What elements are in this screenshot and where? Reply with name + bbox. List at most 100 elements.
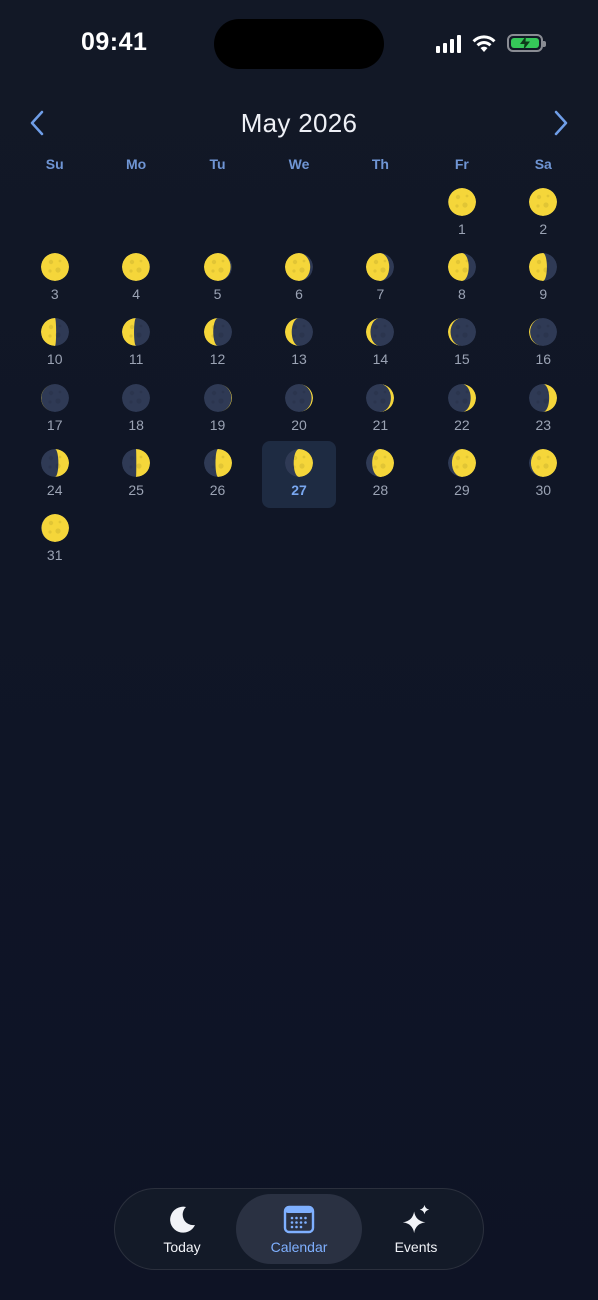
- day-number: 29: [454, 481, 470, 498]
- moon-phase-icon: [529, 318, 558, 347]
- moon-phase-icon: [284, 448, 313, 477]
- calendar-day-cell[interactable]: 17: [14, 380, 95, 445]
- calendar-day-cell[interactable]: 27: [258, 440, 339, 510]
- moon-phase-icon: [366, 318, 395, 347]
- chevron-right-icon: [554, 110, 568, 136]
- calendar-day-cell[interactable]: 19: [177, 380, 258, 445]
- tab-calendar[interactable]: Calendar: [236, 1194, 362, 1264]
- next-month-button[interactable]: [546, 106, 576, 140]
- calendar-day-cell[interactable]: 16: [503, 314, 584, 379]
- calendar-day-cell[interactable]: 12: [177, 314, 258, 379]
- sparkles-icon: [400, 1203, 432, 1235]
- day-number: 22: [454, 416, 470, 433]
- moon-phase-icon: [40, 448, 69, 477]
- day-number: 30: [535, 481, 552, 498]
- moon-phase-icon: [529, 188, 558, 216]
- moon-phase-icon: [122, 448, 151, 477]
- calendar-day-cell[interactable]: 26: [177, 445, 258, 510]
- tab-events[interactable]: Events: [353, 1194, 479, 1264]
- calendar-day-cell[interactable]: 25: [95, 445, 176, 510]
- moon-phase-icon: [203, 383, 232, 412]
- moon-phase-icon: [447, 253, 476, 282]
- weekday-label: Th: [371, 156, 389, 172]
- day-number: 5: [213, 286, 222, 303]
- calendar-grid: 1 2 3 4 5 6 7 8 9 10 11 12 13 14 15 16 17 18 19 20 21 22 23 24 2…: [14, 184, 584, 575]
- calendar-day-cell[interactable]: 6: [258, 249, 339, 314]
- day-number: 26: [209, 481, 226, 498]
- day-number: 2: [539, 221, 548, 237]
- moon-phase-icon: [447, 188, 476, 216]
- moon-phase-icon: [529, 253, 558, 282]
- day-number: 24: [46, 481, 63, 498]
- calendar-day-cell[interactable]: 24: [14, 445, 95, 510]
- day-number: 23: [535, 416, 552, 433]
- moon-phase-icon: [366, 448, 395, 477]
- tab-label: Events: [394, 1239, 438, 1255]
- tab-today[interactable]: Today: [119, 1194, 245, 1264]
- dynamic-island: [214, 19, 384, 69]
- calendar-day-cell[interactable]: 9: [503, 249, 584, 314]
- day-number: 9: [539, 286, 548, 303]
- calendar-day-cell[interactable]: 29: [421, 445, 502, 510]
- calendar-day-cell[interactable]: 7: [340, 249, 421, 314]
- calendar-day-cell[interactable]: 28: [340, 445, 421, 510]
- empty-day-cell: [95, 184, 176, 249]
- moon-phase-icon: [122, 383, 151, 412]
- empty-day-cell: [258, 184, 339, 249]
- day-number: 19: [209, 416, 226, 433]
- tab-label: Calendar: [270, 1239, 328, 1255]
- calendar-day-cell[interactable]: 4: [95, 249, 176, 314]
- weekday-header: Su Mo Tu We Th Fr Sa: [14, 156, 584, 172]
- moon-phase-icon: [40, 383, 69, 412]
- calendar-day-cell[interactable]: 10: [14, 314, 95, 379]
- calendar-day-cell[interactable]: 21: [340, 380, 421, 445]
- moon-phase-icon: [203, 448, 232, 477]
- calendar-day-cell[interactable]: 8: [421, 249, 502, 314]
- calendar-day-cell[interactable]: 22: [421, 380, 502, 445]
- calendar-day-cell[interactable]: 1: [421, 184, 502, 249]
- calendar-day-cell[interactable]: 23: [503, 380, 584, 445]
- day-number: 7: [376, 286, 385, 303]
- moon-phase-icon: [447, 383, 476, 412]
- moon-phase-icon: [122, 253, 151, 282]
- calendar-day-cell[interactable]: 14: [340, 314, 421, 379]
- day-number: 10: [46, 351, 63, 368]
- day-number: 25: [128, 481, 144, 498]
- calendar-day-cell[interactable]: 5: [177, 249, 258, 314]
- day-number: 21: [372, 416, 389, 433]
- day-number: 27: [291, 481, 307, 498]
- weekday-label: Tu: [209, 156, 226, 172]
- status-icons: [436, 33, 546, 53]
- moon-phase-icon: [447, 318, 476, 347]
- day-number: 15: [454, 351, 470, 368]
- day-number: 12: [209, 351, 226, 368]
- calendar-day-cell[interactable]: 30: [503, 445, 584, 510]
- calendar-day-cell[interactable]: 2: [503, 184, 584, 249]
- day-number: 8: [457, 286, 466, 303]
- calendar-day-cell[interactable]: 13: [258, 314, 339, 379]
- calendar-day-cell[interactable]: 11: [95, 314, 176, 379]
- day-number: 31: [46, 546, 63, 563]
- day-number: 16: [535, 351, 552, 368]
- tab-label: Today: [163, 1239, 201, 1255]
- empty-day-cell: [14, 184, 95, 249]
- weekday-label: We: [288, 156, 310, 172]
- day-number: 18: [128, 416, 144, 433]
- tab-bar: Today Calendar Events: [114, 1188, 484, 1270]
- day-number: 6: [295, 286, 303, 303]
- moon-phase-icon: [40, 513, 69, 542]
- calendar-day-cell[interactable]: 3: [14, 249, 95, 314]
- calendar-day-cell[interactable]: 18: [95, 380, 176, 445]
- empty-day-cell: [340, 184, 421, 249]
- month-title: May 2026: [240, 108, 358, 138]
- moon-phase-icon: [284, 318, 313, 347]
- calendar-day-cell[interactable]: 31: [14, 510, 95, 575]
- day-number: 4: [132, 286, 141, 303]
- moon-phase-icon: [40, 253, 69, 282]
- weekday-label: Sa: [534, 156, 552, 172]
- moon-phase-icon: [284, 383, 313, 412]
- calendar-day-cell[interactable]: 20: [258, 380, 339, 445]
- calendar-day-cell[interactable]: 15: [421, 314, 502, 379]
- moon-phase-icon: [284, 253, 313, 282]
- weekday-label: Su: [45, 156, 64, 172]
